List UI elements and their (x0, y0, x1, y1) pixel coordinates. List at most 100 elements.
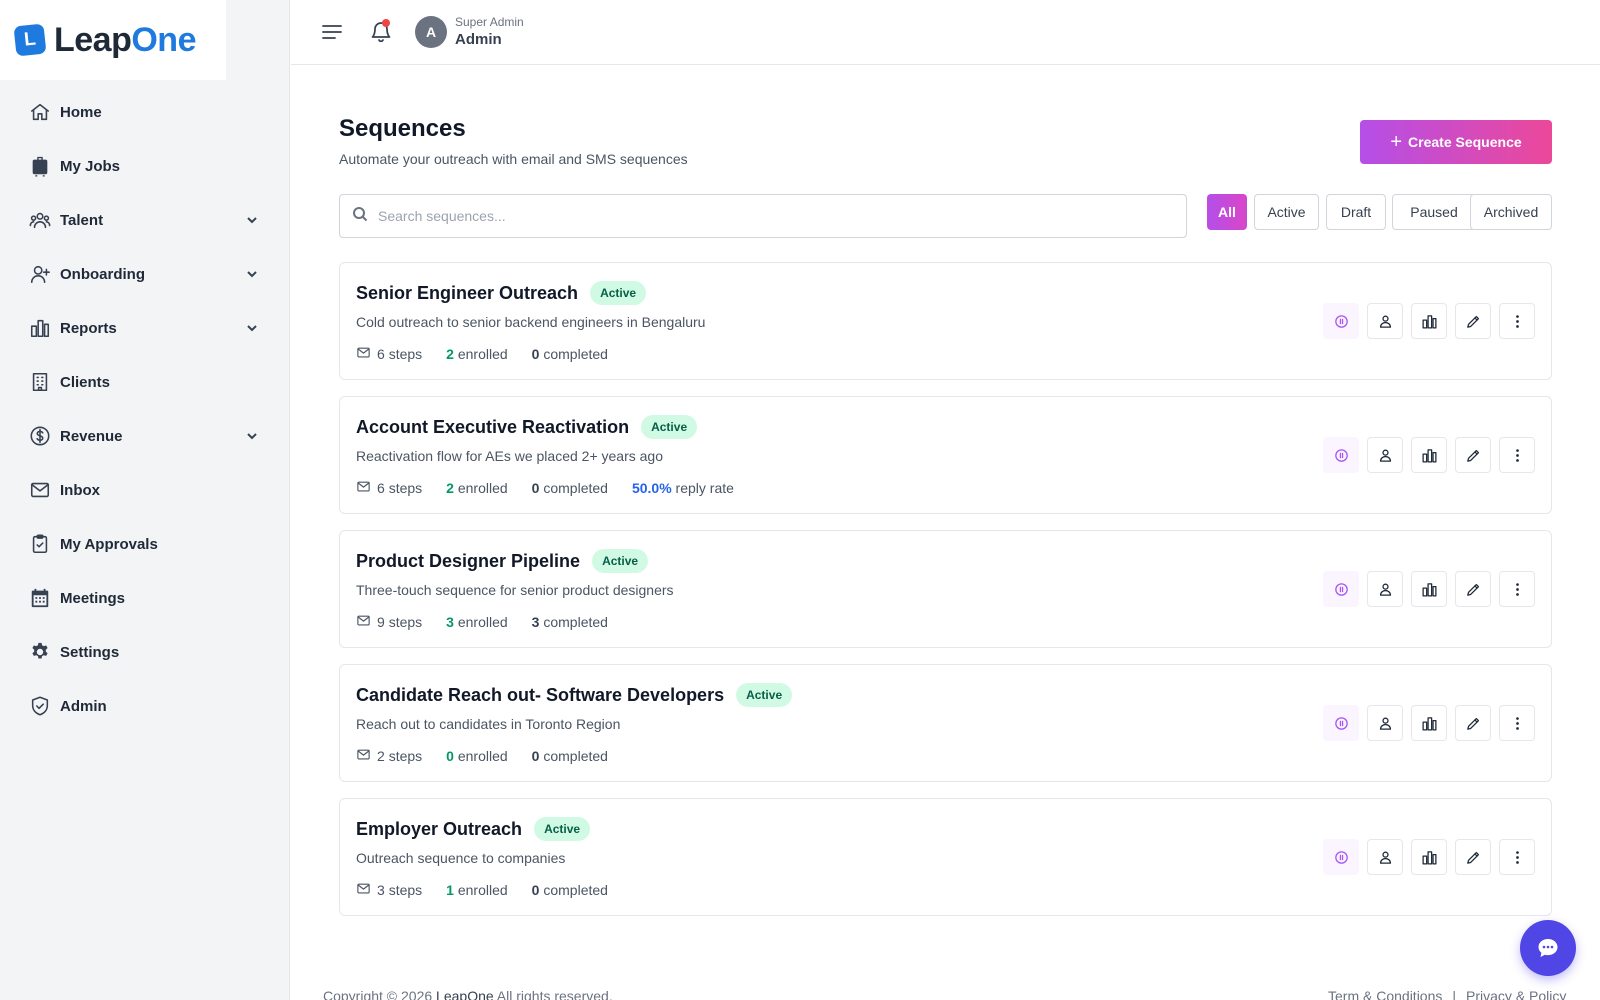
analytics-button[interactable] (1411, 571, 1447, 607)
dollar-icon (28, 424, 52, 448)
privacy-link[interactable]: Privacy & Policy (1466, 988, 1566, 1000)
pause-sequence-button[interactable] (1323, 437, 1359, 473)
sequence-name[interactable]: Senior Engineer Outreach (356, 283, 578, 303)
sidebar-item-label: Home (60, 103, 102, 121)
edit-sequence-button[interactable] (1455, 303, 1491, 339)
sequence-card[interactable]: Senior Engineer Outreach Active Cold outre… (339, 262, 1552, 380)
calendar-icon (28, 586, 52, 610)
filter-archived[interactable]: Archived (1470, 194, 1552, 230)
pause-sequence-button[interactable] (1323, 705, 1359, 741)
sidebar-item-inbox[interactable]: Inbox (0, 463, 290, 517)
chat-support-button[interactable] (1520, 920, 1576, 976)
manage-enrollees-button[interactable] (1367, 437, 1403, 473)
sidebar-item-talent[interactable]: Talent (0, 193, 290, 247)
steps-count: 6 (377, 346, 385, 362)
pause-sequence-button[interactable] (1323, 571, 1359, 607)
sequence-card[interactable]: Product Designer Pipeline Active Three-tou… (339, 530, 1552, 648)
chevron-down-icon[interactable] (245, 429, 259, 443)
analytics-button[interactable] (1411, 705, 1447, 741)
sidebar-item-reports[interactable]: Reports (0, 301, 290, 355)
edit-sequence-button[interactable] (1455, 839, 1491, 875)
steps-count: 2 (377, 748, 385, 764)
search-input[interactable] (378, 208, 1158, 224)
pause-sequence-button[interactable] (1323, 303, 1359, 339)
chevron-down-icon[interactable] (245, 213, 259, 227)
sequence-card[interactable]: Employer Outreach Active Outreach sequence… (339, 798, 1552, 916)
mail-icon (356, 747, 377, 765)
more-vertical-icon (1509, 313, 1526, 330)
filter-active[interactable]: Active (1254, 194, 1319, 230)
users-icon (28, 208, 52, 232)
filter-all[interactable]: All (1207, 194, 1247, 230)
bar-chart-icon (1421, 849, 1438, 866)
sidebar-item-label: Admin (60, 697, 107, 715)
analytics-button[interactable] (1411, 303, 1447, 339)
sidebar-item-revenue[interactable]: Revenue (0, 409, 290, 463)
user-name[interactable]: Admin (455, 31, 502, 48)
bar-chart-icon (1421, 447, 1438, 464)
completed-count: 0 (531, 748, 540, 764)
sequence-description: Reach out to candidates in Toronto Regio… (356, 716, 621, 732)
sidebar-item-onboarding[interactable]: Onboarding (0, 247, 290, 301)
edit-sequence-button[interactable] (1455, 571, 1491, 607)
search-box (339, 194, 1187, 238)
more-vertical-icon (1509, 849, 1526, 866)
sequence-card[interactable]: Account Executive Reactivation Active Reac… (339, 396, 1552, 514)
edit-sequence-button[interactable] (1455, 705, 1491, 741)
footer-brand-link[interactable]: LeapOne (436, 988, 494, 1000)
manage-enrollees-button[interactable] (1367, 705, 1403, 741)
chevron-down-icon[interactable] (245, 321, 259, 335)
sidebar-item-admin[interactable]: Admin (0, 679, 290, 733)
sidebar-item-meetings[interactable]: Meetings (0, 571, 290, 625)
edit-sequence-button[interactable] (1455, 437, 1491, 473)
status-badge: Active (592, 549, 649, 573)
more-options-button[interactable] (1499, 303, 1535, 339)
sidebar-item-my-jobs[interactable]: My Jobs (0, 139, 290, 193)
bar-chart-icon (1421, 313, 1438, 330)
sequence-stats: 6 steps 2 enrolled 0 completed 50.0% reply … (356, 479, 734, 497)
pencil-icon (1465, 581, 1482, 598)
menu-toggle-icon[interactable] (321, 21, 343, 43)
manage-enrollees-button[interactable] (1367, 839, 1403, 875)
more-options-button[interactable] (1499, 839, 1535, 875)
manage-enrollees-button[interactable] (1367, 303, 1403, 339)
pause-icon (1333, 849, 1350, 866)
analytics-button[interactable] (1411, 839, 1447, 875)
sequence-description: Outreach sequence to companies (356, 850, 566, 866)
sequence-card[interactable]: Candidate Reach out- Software Developers… (339, 664, 1552, 782)
more-options-button[interactable] (1499, 705, 1535, 741)
sequence-name[interactable]: Product Designer Pipeline (356, 551, 580, 571)
users-icon (1377, 313, 1394, 330)
sequence-name[interactable]: Account Executive Reactivation (356, 417, 629, 437)
steps-count: 3 (377, 882, 385, 898)
sequence-stats: 9 steps 3 enrolled 3 completed (356, 613, 608, 631)
sequence-name[interactable]: Candidate Reach out- Software Developers (356, 685, 724, 705)
sequence-name[interactable]: Employer Outreach (356, 819, 522, 839)
analytics-button[interactable] (1411, 437, 1447, 473)
sidebar-item-label: Onboarding (60, 265, 145, 283)
steps-label: steps (388, 614, 423, 630)
sidebar-item-label: Meetings (60, 589, 126, 607)
sequence-title-row: Account Executive Reactivation Active (356, 415, 698, 439)
pause-sequence-button[interactable] (1323, 839, 1359, 875)
sidebar-item-home[interactable]: Home (0, 85, 290, 139)
sidebar-item-my-approvals[interactable]: My Approvals (0, 517, 290, 571)
sidebar-item-clients[interactable]: Clients (0, 355, 290, 409)
chevron-down-icon[interactable] (245, 267, 259, 281)
terms-link[interactable]: Term & Conditions (1328, 988, 1442, 1000)
filter-draft[interactable]: Draft (1326, 194, 1386, 230)
brand-logo[interactable]: L LeapOne (0, 0, 226, 80)
users-icon (1377, 581, 1394, 598)
create-sequence-button[interactable]: + Create Sequence (1360, 120, 1552, 164)
sidebar-item-label: My Jobs (60, 157, 121, 175)
chat-bubble-icon (1538, 939, 1558, 957)
mail-icon (356, 345, 377, 363)
more-options-button[interactable] (1499, 437, 1535, 473)
manage-enrollees-button[interactable] (1367, 571, 1403, 607)
avatar[interactable]: A (415, 16, 447, 48)
pause-icon (1333, 447, 1350, 464)
more-options-button[interactable] (1499, 571, 1535, 607)
filter-paused[interactable]: Paused (1392, 194, 1476, 230)
sidebar-item-settings[interactable]: Settings (0, 625, 290, 679)
notification-bell-icon[interactable] (368, 18, 394, 44)
